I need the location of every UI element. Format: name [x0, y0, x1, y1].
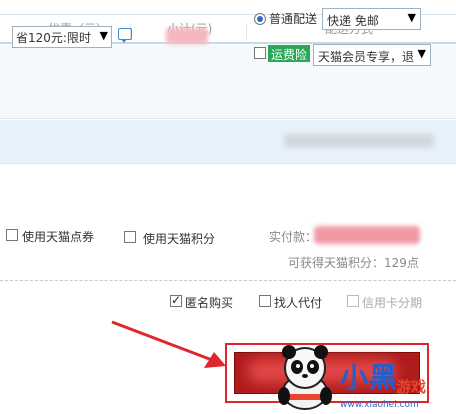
- panda-mascot-icon: [278, 345, 332, 410]
- shipping-insurance-badge: 运费险: [268, 45, 311, 62]
- member-benefit-select[interactable]: 天猫会员专享，退 ▼: [313, 44, 431, 66]
- normal-shipping-radio[interactable]: [254, 13, 266, 25]
- chat-icon[interactable]: [118, 28, 132, 43]
- credit-installment-checkbox: [347, 295, 359, 307]
- redacted-payment-amount: [314, 226, 420, 244]
- watermark-url: www.xiaohei.com: [340, 400, 419, 410]
- actual-payment-label: 实付款：: [269, 230, 318, 244]
- normal-shipping-label: 普通配送: [269, 12, 318, 26]
- annotation-arrow-icon: [111, 320, 226, 368]
- tmall-coupon-label: 使用天猫点券: [22, 230, 95, 244]
- anonymous-purchase-label: 匿名购买: [185, 296, 234, 310]
- chevron-down-icon: ▼: [99, 29, 108, 42]
- tmall-coupon-checkbox[interactable]: [6, 229, 18, 241]
- section-divider: [0, 280, 456, 281]
- proxy-pay-checkbox[interactable]: [259, 295, 271, 307]
- member-benefit-value: 天猫会员专享，退: [318, 50, 415, 64]
- shipping-method-value: 快递 免邮: [327, 14, 379, 28]
- column-divider: [246, 23, 247, 39]
- watermark-logo-subtext: 游戏: [396, 378, 427, 396]
- discount-select[interactable]: 省120元:限时 ▼: [12, 26, 112, 48]
- tmall-points-checkbox[interactable]: [124, 231, 136, 243]
- tmall-points-label: 使用天猫积分: [143, 232, 216, 246]
- redacted-address: [284, 134, 434, 148]
- credit-installment-label: 信用卡分期: [362, 296, 423, 310]
- watermark-logo-text: 小黑: [340, 361, 399, 394]
- chevron-down-icon: ▼: [407, 11, 416, 24]
- proxy-pay-label: 找人代付: [274, 296, 323, 310]
- points-earned-text: 可获得天猫积分：129点: [288, 256, 419, 270]
- redacted-subtotal: [166, 28, 208, 44]
- discount-select-value: 省120元:限时: [16, 31, 91, 45]
- chevron-down-icon: ▼: [417, 47, 426, 60]
- shipping-method-select[interactable]: 快递 免邮 ▼: [322, 8, 421, 30]
- shipping-insurance-checkbox[interactable]: [254, 47, 266, 59]
- anonymous-purchase-checkbox[interactable]: [170, 293, 182, 307]
